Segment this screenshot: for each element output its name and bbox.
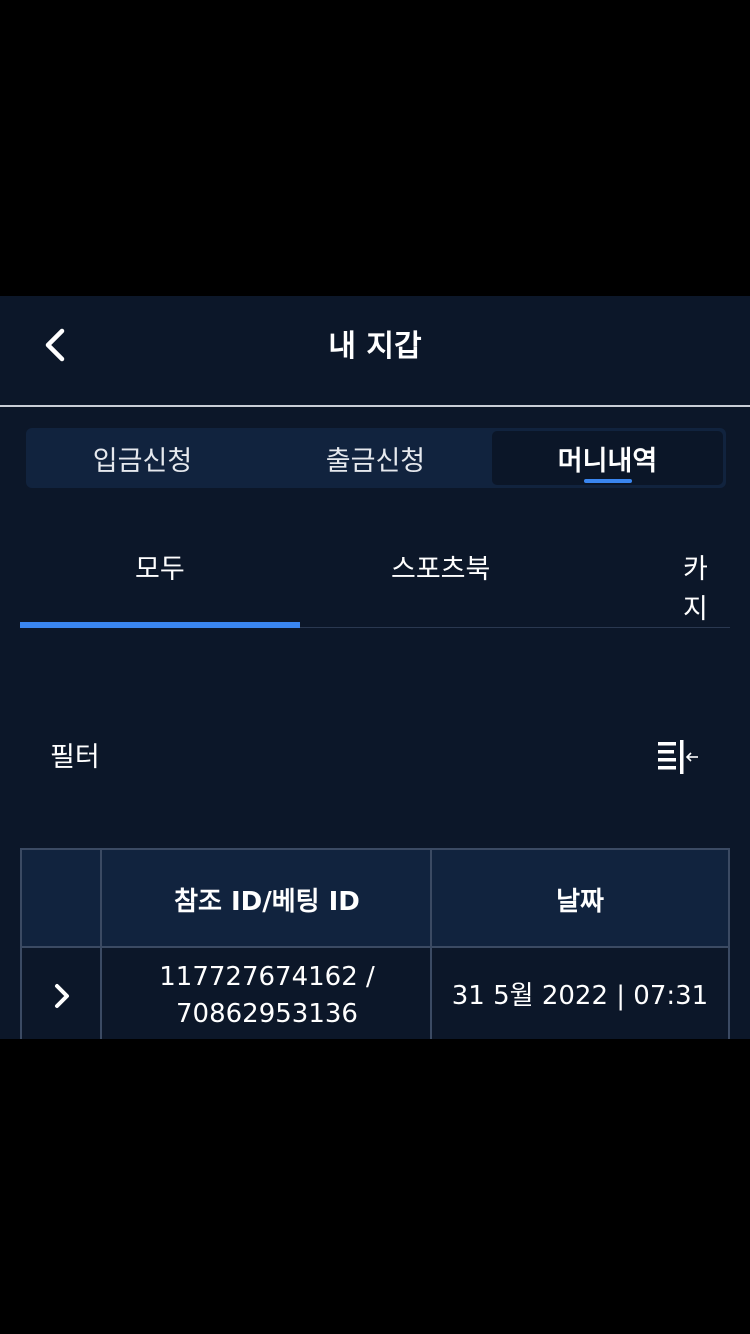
chevron-right-icon — [55, 984, 69, 1008]
wallet-screen: 내 지갑 입금신청 출금신청 머니내역 모두 스포츠북 카지 필터 참조 ID/… — [0, 296, 750, 1039]
date-cell: 31 5월 2022 | 07:31 — [451, 980, 709, 1011]
history-table: 참조 ID/베팅 ID 날짜 117727674162 / 7086295313… — [20, 848, 730, 1039]
tab-withdraw[interactable]: 출금신청 — [259, 428, 492, 488]
tab-money-history[interactable]: 머니내역 — [491, 431, 723, 485]
header: 내 지갑 — [0, 296, 750, 407]
segment-tabs: 입금신청 출금신청 머니내역 — [26, 428, 726, 488]
ref-id: 117727674162 / — [159, 962, 375, 992]
filter-icon[interactable] — [656, 740, 700, 776]
column-header-expand — [22, 850, 102, 948]
ref-id-cell: 117727674162 / 70862953136 — [102, 948, 432, 1039]
tab-money-history-label: 머니내역 — [557, 445, 658, 477]
tab-deposit[interactable]: 입금신청 — [26, 428, 259, 488]
active-tab-underline — [583, 479, 632, 483]
tab-casino[interactable]: 카지 — [683, 550, 730, 630]
page-title: 내 지갑 — [328, 329, 422, 364]
table-row[interactable]: 117727674162 / 70862953136 31 5월 2022 | … — [22, 948, 728, 1039]
column-header-ref-id: 참조 ID/베팅 ID — [174, 886, 360, 917]
active-category-indicator — [20, 622, 300, 628]
tab-all[interactable]: 모두 — [135, 550, 185, 590]
filter-label: 필터 — [50, 742, 100, 773]
expand-row-button[interactable] — [22, 948, 102, 1039]
table-header: 참조 ID/베팅 ID 날짜 — [22, 850, 728, 948]
bet-id: 70862953136 — [176, 999, 358, 1029]
column-header-date: 날짜 — [556, 886, 604, 917]
tab-sportsbook[interactable]: 스포츠북 — [391, 550, 490, 590]
category-tabs: 모두 스포츠북 카지 — [20, 536, 730, 628]
